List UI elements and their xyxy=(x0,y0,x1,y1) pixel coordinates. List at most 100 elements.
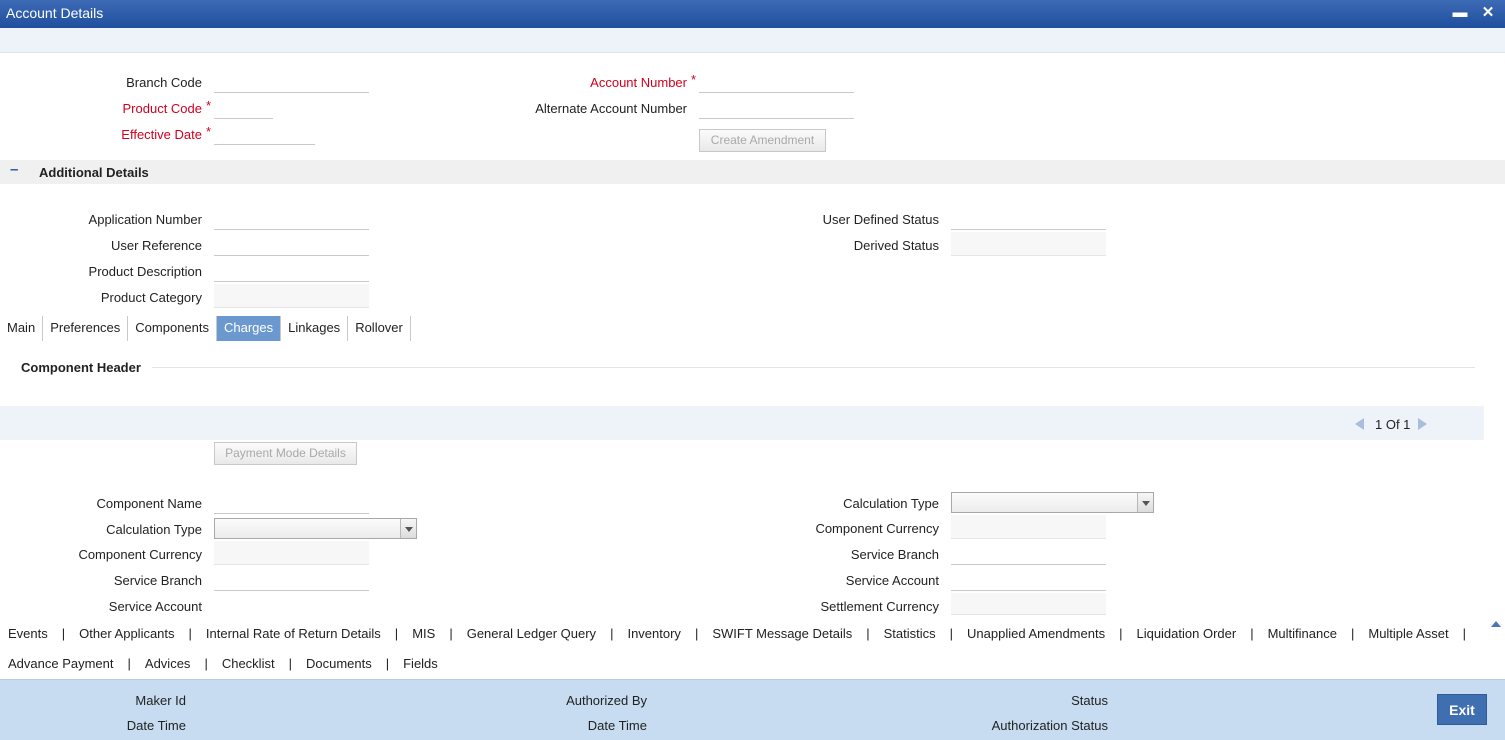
link-liquidation-order[interactable]: Liquidation Order xyxy=(1136,626,1236,641)
tab-components[interactable]: Components xyxy=(128,316,217,341)
product-description-input[interactable] xyxy=(214,258,369,282)
divider xyxy=(152,367,1475,368)
link-multiple-asset[interactable]: Multiple Asset xyxy=(1368,626,1448,641)
component-name-label: Component Name xyxy=(96,496,203,511)
derived-status-label: Derived Status xyxy=(853,238,939,253)
link-separator: | xyxy=(866,626,870,641)
link-statistics[interactable]: Statistics xyxy=(884,626,936,641)
link-separator: | xyxy=(610,626,614,641)
link-checklist[interactable]: Checklist xyxy=(222,656,275,671)
chevron-down-icon[interactable] xyxy=(400,519,416,538)
status-label: Status xyxy=(1071,693,1108,708)
pager-text: 1 Of 1 xyxy=(1375,417,1411,432)
account-number-input[interactable] xyxy=(699,69,854,93)
next-record-icon[interactable] xyxy=(1418,418,1427,430)
link-unapplied-amendments[interactable]: Unapplied Amendments xyxy=(967,626,1105,641)
link-separator: | xyxy=(1119,626,1123,641)
tab-charges[interactable]: Charges xyxy=(217,316,282,341)
authorized-by-label: Authorized By xyxy=(566,693,647,708)
scroll-up-icon[interactable] xyxy=(1491,621,1501,627)
product-description-label: Product Description xyxy=(88,264,202,279)
link-swift-message-details[interactable]: SWIFT Message Details xyxy=(712,626,852,641)
tab-preferences[interactable]: Preferences xyxy=(43,316,129,341)
service-branch-label: Service Branch xyxy=(850,547,939,562)
link-fields[interactable]: Fields xyxy=(403,656,438,671)
component-header-title: Component Header xyxy=(21,360,141,375)
audit-footer: Maker Id Date Time Authorized By Date Ti… xyxy=(0,679,1505,740)
product-code-label: Product Code xyxy=(122,101,203,116)
exit-button[interactable]: Exit xyxy=(1437,694,1487,725)
service-account-input[interactable] xyxy=(951,567,1106,591)
calculation-type-select[interactable] xyxy=(951,492,1154,513)
additional-details-title: Additional Details xyxy=(39,165,149,180)
link-inventory[interactable]: Inventory xyxy=(627,626,680,641)
additional-details-bar: – Additional Details xyxy=(0,160,1505,184)
link-separator: | xyxy=(449,626,453,641)
component-currency-input xyxy=(214,541,369,565)
product-category-input xyxy=(214,284,369,308)
calculation-type-select[interactable] xyxy=(214,518,417,539)
tab-rollover[interactable]: Rollover xyxy=(348,316,411,341)
user-reference-label: User Reference xyxy=(110,238,202,253)
link-general-ledger-query[interactable]: General Ledger Query xyxy=(467,626,596,641)
link-separator: | xyxy=(288,656,292,671)
chevron-down-icon[interactable] xyxy=(1137,493,1153,512)
alternate-account-number-label: Alternate Account Number xyxy=(535,101,687,116)
component-currency-label: Component Currency xyxy=(815,521,939,536)
effective-date-input[interactable] xyxy=(214,121,315,145)
user-defined-status-input[interactable] xyxy=(951,206,1106,230)
links-row-1: Events | Other Applicants | Internal Rate of… xyxy=(8,626,1480,641)
link-mis[interactable]: MIS xyxy=(412,626,435,641)
link-separator: | xyxy=(1350,626,1355,641)
application-number-input[interactable] xyxy=(214,206,369,230)
link-documents[interactable]: Documents xyxy=(306,656,372,671)
link-multifinance[interactable]: Multifinance xyxy=(1268,626,1337,641)
tab-main[interactable]: Main xyxy=(0,316,44,341)
create-amendment-button[interactable]: Create Amendment xyxy=(699,129,826,152)
window-title: Account Details xyxy=(6,5,104,21)
link-separator: | xyxy=(61,626,66,641)
authorization-status-label: Authorization Status xyxy=(991,718,1108,733)
branch-code-input[interactable] xyxy=(214,69,369,93)
link-advices[interactable]: Advices xyxy=(145,656,191,671)
pager-bar: 1 Of 1 xyxy=(0,406,1484,440)
checker-date-time-label: Date Time xyxy=(587,718,647,733)
settlement-currency-input xyxy=(951,593,1106,615)
branch-code-label: Branch Code xyxy=(126,75,202,90)
tab-linkages[interactable]: Linkages xyxy=(281,316,349,341)
user-reference-input[interactable] xyxy=(214,232,369,256)
service-account-label: Service Account xyxy=(845,573,939,588)
link-separator: | xyxy=(127,656,131,671)
minimize-icon[interactable]: ▬ xyxy=(1449,2,1471,24)
link-separator: | xyxy=(188,626,192,641)
account-number-label: Account Number xyxy=(590,75,687,90)
user-defined-status-label: User Defined Status xyxy=(822,212,939,227)
link-internal-rate-of-return-details[interactable]: Internal Rate of Return Details xyxy=(206,626,381,641)
link-events[interactable]: Events xyxy=(8,626,48,641)
service-branch-label: Service Branch xyxy=(113,573,202,588)
close-icon[interactable]: ✕ xyxy=(1477,2,1499,24)
link-advance-payment[interactable]: Advance Payment xyxy=(8,656,114,671)
product-code-input[interactable] xyxy=(214,95,273,119)
effective-date-label: Effective Date xyxy=(121,127,202,142)
link-separator: | xyxy=(949,626,954,641)
link-separator: | xyxy=(385,656,390,671)
alternate-account-number-input[interactable] xyxy=(699,95,854,119)
component-name-input[interactable] xyxy=(214,490,369,514)
payment-mode-details-button[interactable]: Payment Mode Details xyxy=(214,442,357,465)
title-bar: Account Details ▬ ✕ xyxy=(0,0,1505,28)
link-separator: | xyxy=(1462,626,1466,641)
link-other-applicants[interactable]: Other Applicants xyxy=(79,626,174,641)
component-currency-input xyxy=(951,515,1106,539)
service-branch-input[interactable] xyxy=(214,567,369,591)
link-separator: | xyxy=(1250,626,1254,641)
collapse-icon[interactable]: – xyxy=(10,161,18,178)
link-separator: | xyxy=(204,656,208,671)
link-separator: | xyxy=(694,626,699,641)
link-bar: Events | Other Applicants | Internal Rate of… xyxy=(0,617,1505,679)
previous-record-icon[interactable] xyxy=(1355,418,1364,430)
required-marker: * xyxy=(206,98,212,113)
component-currency-label: Component Currency xyxy=(78,547,202,562)
service-branch-input[interactable] xyxy=(951,541,1106,565)
maker-date-time-label: Date Time xyxy=(126,718,186,733)
